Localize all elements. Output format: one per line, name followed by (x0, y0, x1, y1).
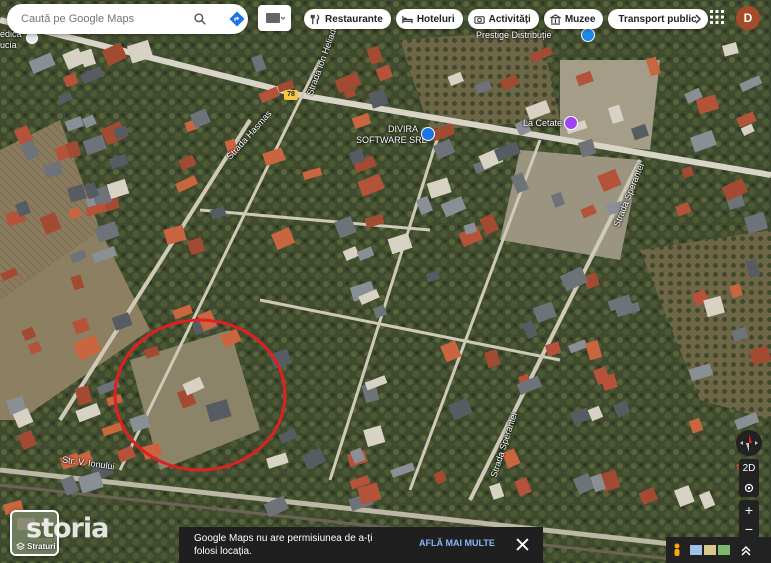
pegman-icon[interactable] (672, 543, 682, 557)
chip-museums[interactable]: Muzee (543, 9, 604, 29)
poi-divira-label[interactable]: DIVIRA (388, 124, 418, 134)
poi-cetate-label[interactable]: La Cetate (523, 118, 562, 128)
chip-activities[interactable]: Activități (467, 9, 539, 29)
layers-icon (16, 542, 25, 551)
account-avatar[interactable]: D (736, 6, 760, 30)
keyboard-icon (265, 13, 285, 23)
bed-icon (402, 15, 413, 23)
poi-prestige-label[interactable]: Prestige Distribuție (476, 30, 552, 40)
learn-more-link[interactable]: AFLĂ MAI MULTE (419, 538, 495, 548)
view-2d-button[interactable]: 2D (739, 459, 759, 478)
satellite-map[interactable] (0, 0, 771, 563)
search-icon[interactable] (193, 12, 207, 26)
chip-label: Muzee (564, 13, 596, 25)
camera-icon (473, 15, 485, 24)
poi-lock-icon[interactable] (421, 127, 435, 141)
poi-medical-sub-label[interactable]: ucia (0, 40, 17, 50)
keyboard-button[interactable] (258, 5, 291, 31)
chip-restaurants[interactable]: Restaurante (304, 9, 391, 29)
zoom-group: + − (739, 500, 759, 538)
zoom-out-button[interactable]: − (739, 519, 759, 538)
notice-message: Google Maps nu are permisiunea de a-ți f… (194, 533, 373, 557)
compass-icon (740, 434, 758, 452)
route-shield: 78 (284, 90, 298, 100)
category-chips: Restaurante Hoteluri Activități Muzee Tr… (304, 9, 709, 29)
poi-divira-sub-label[interactable]: SOFTWARE SRL (356, 135, 427, 145)
fork-knife-icon (310, 13, 320, 24)
chevron-right-icon[interactable] (693, 14, 703, 24)
bottom-controls-bar (666, 537, 771, 563)
compass-button[interactable] (736, 430, 762, 456)
imagery-thumbnails-icon[interactable] (690, 544, 730, 556)
poi-castle-icon[interactable] (564, 116, 578, 130)
my-location-button[interactable] (739, 478, 759, 497)
location-permission-notice: Google Maps nu are permisiunea de a-ți f… (179, 527, 543, 563)
chip-hotels[interactable]: Hoteluri (395, 9, 463, 29)
search-input[interactable] (21, 13, 181, 25)
chip-transit[interactable]: Transport public (608, 9, 709, 29)
target-icon (744, 483, 754, 492)
zoom-in-button[interactable]: + (739, 500, 759, 519)
directions-icon[interactable] (229, 11, 245, 27)
apps-grid-icon[interactable] (709, 9, 725, 25)
poi-pin-icon[interactable] (581, 28, 595, 42)
storia-watermark: storia (26, 513, 109, 544)
chip-label: Restaurante (325, 13, 383, 25)
museum-icon (549, 13, 561, 25)
chip-label: Hoteluri (416, 13, 455, 25)
view-mode-group: 2D (739, 459, 759, 497)
chip-label: Transport public (618, 13, 697, 25)
chevron-up-icon[interactable] (740, 544, 752, 556)
search-box[interactable] (7, 4, 248, 34)
close-icon[interactable] (516, 538, 529, 551)
chip-label: Activități (488, 13, 531, 25)
